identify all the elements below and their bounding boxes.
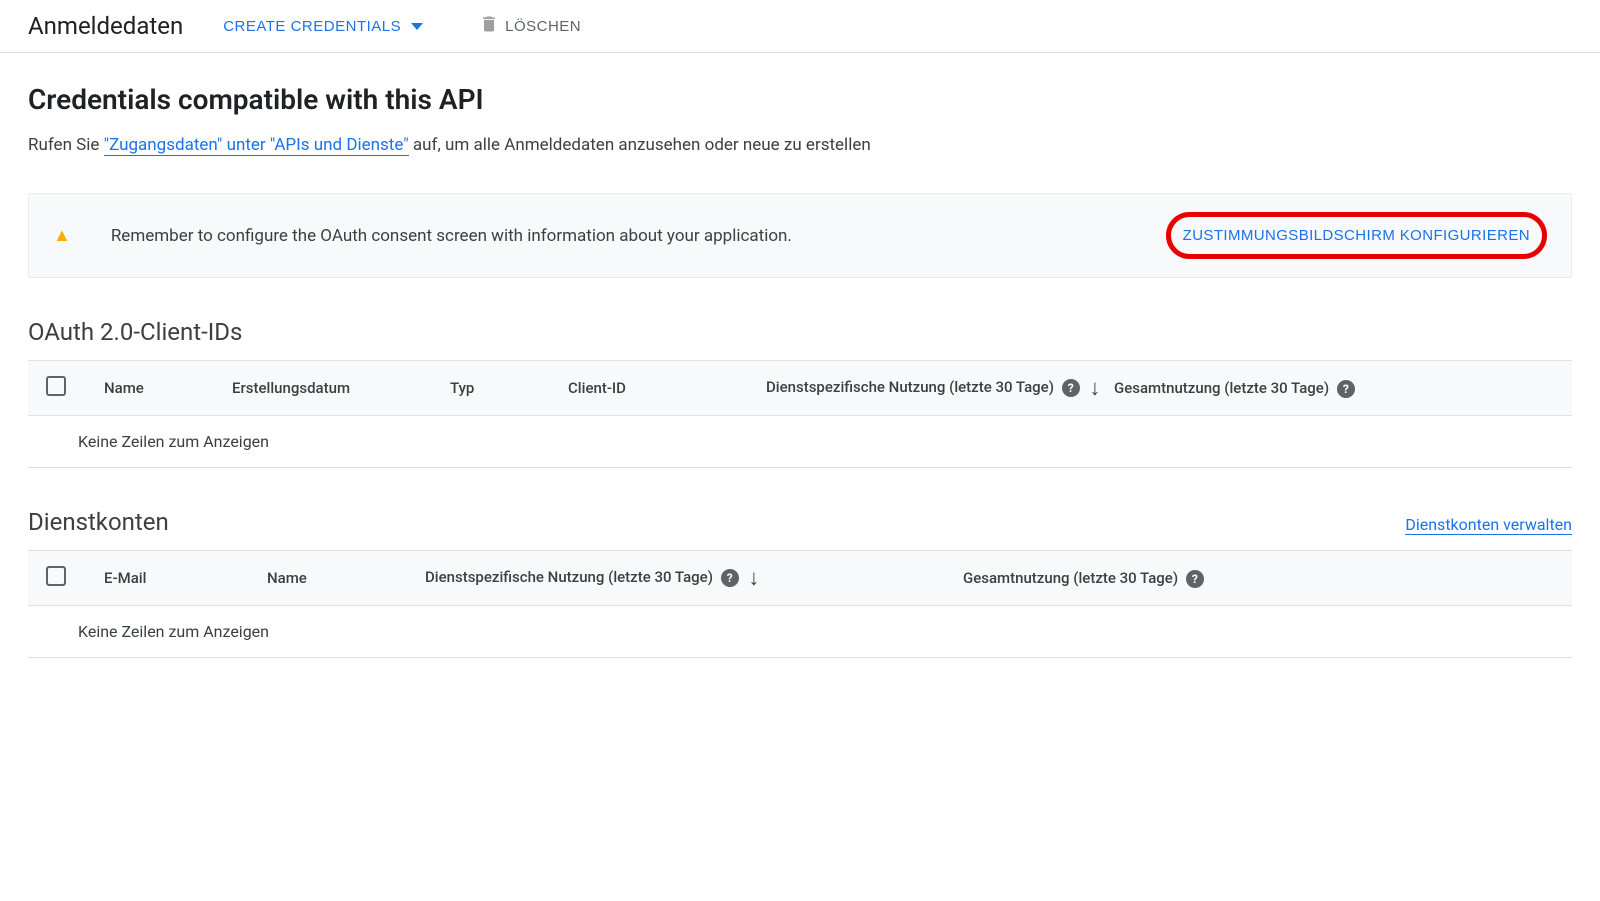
help-icon[interactable]: ? bbox=[721, 569, 739, 587]
select-all-checkbox[interactable] bbox=[46, 376, 66, 396]
col-name[interactable]: Name bbox=[104, 379, 224, 397]
oauth-clients-title: OAuth 2.0-Client-IDs bbox=[28, 318, 1572, 346]
svc-table-header: E-Mail Name Dienstspezifische Nutzung (l… bbox=[28, 550, 1572, 606]
chevron-down-icon bbox=[411, 23, 423, 30]
col-total-usage-label: Gesamtnutzung (letzte 30 Tage) bbox=[1114, 379, 1329, 397]
section-heading: Credentials compatible with this API bbox=[28, 83, 1572, 116]
select-all-cell bbox=[46, 376, 96, 400]
col-type[interactable]: Typ bbox=[450, 379, 560, 397]
warning-icon: ▲ bbox=[53, 225, 71, 246]
content-area: Credentials compatible with this API Ruf… bbox=[0, 53, 1600, 688]
section-subtitle: Rufen Sie "Zugangsdaten" unter "APIs und… bbox=[28, 132, 928, 159]
alert-left: ▲ Remember to configure the OAuth consen… bbox=[53, 225, 792, 246]
oauth-table-header: Name Erstellungsdatum Typ Client-ID Dien… bbox=[28, 360, 1572, 416]
configure-consent-screen-button[interactable]: ZUSTIMMUNGSBILDSCHIRM KONFIGURIEREN bbox=[1166, 212, 1547, 259]
service-accounts-section: Dienstkonten Dienstkonten verwalten E-Ma… bbox=[28, 508, 1572, 658]
alert-text: Remember to configure the OAuth consent … bbox=[111, 226, 792, 246]
help-icon[interactable]: ? bbox=[1186, 570, 1204, 588]
svc-empty-row: Keine Zeilen zum Anzeigen bbox=[28, 606, 1572, 658]
create-credentials-button[interactable]: CREATE CREDENTIALS bbox=[223, 18, 423, 35]
create-credentials-label: CREATE CREDENTIALS bbox=[223, 18, 401, 35]
oauth-empty-row: Keine Zeilen zum Anzeigen bbox=[28, 416, 1572, 468]
sort-arrow-down-icon: ↓ bbox=[1089, 376, 1100, 401]
service-accounts-title: Dienstkonten bbox=[28, 508, 169, 536]
oauth-consent-alert: ▲ Remember to configure the OAuth consen… bbox=[28, 193, 1572, 278]
col-service-usage-label: Dienstspezifische Nutzung (letzte 30 Tag… bbox=[766, 378, 1054, 396]
oauth-clients-section: OAuth 2.0-Client-IDs Name Erstellungsdat… bbox=[28, 318, 1572, 468]
col-client-id[interactable]: Client-ID bbox=[568, 379, 758, 397]
subtitle-post: auf, um alle Anmeldedaten anzusehen oder… bbox=[409, 135, 871, 155]
delete-label: LÖSCHEN bbox=[505, 18, 581, 35]
manage-service-accounts-link[interactable]: Dienstkonten verwalten bbox=[1405, 515, 1572, 535]
delete-button[interactable]: LÖSCHEN bbox=[479, 14, 581, 38]
col-total-usage-label: Gesamtnutzung (letzte 30 Tage) bbox=[963, 569, 1178, 587]
help-icon[interactable]: ? bbox=[1337, 380, 1355, 398]
help-icon[interactable]: ? bbox=[1062, 379, 1080, 397]
col-service-usage[interactable]: Dienstspezifische Nutzung (letzte 30 Tag… bbox=[766, 375, 1106, 401]
col-service-usage-label: Dienstspezifische Nutzung (letzte 30 Tag… bbox=[425, 568, 713, 586]
credentials-apis-services-link[interactable]: "Zugangsdaten" unter "APIs und Dienste" bbox=[104, 135, 409, 156]
page-title: Anmeldedaten bbox=[28, 12, 183, 40]
sort-arrow-down-icon: ↓ bbox=[748, 566, 759, 591]
col-total-usage[interactable]: Gesamtnutzung (letzte 30 Tage) ? bbox=[963, 569, 1554, 588]
trash-icon bbox=[479, 14, 499, 38]
select-all-checkbox[interactable] bbox=[46, 566, 66, 586]
select-all-cell bbox=[46, 566, 96, 590]
col-total-usage[interactable]: Gesamtnutzung (letzte 30 Tage) ? bbox=[1114, 379, 1554, 398]
col-created-date[interactable]: Erstellungsdatum bbox=[232, 379, 442, 397]
toolbar: Anmeldedaten CREATE CREDENTIALS LÖSCHEN bbox=[0, 0, 1600, 53]
service-accounts-title-row: Dienstkonten Dienstkonten verwalten bbox=[28, 508, 1572, 550]
col-email[interactable]: E-Mail bbox=[104, 569, 259, 587]
subtitle-pre: Rufen Sie bbox=[28, 135, 104, 155]
col-service-usage[interactable]: Dienstspezifische Nutzung (letzte 30 Tag… bbox=[425, 565, 955, 591]
col-name[interactable]: Name bbox=[267, 569, 417, 587]
